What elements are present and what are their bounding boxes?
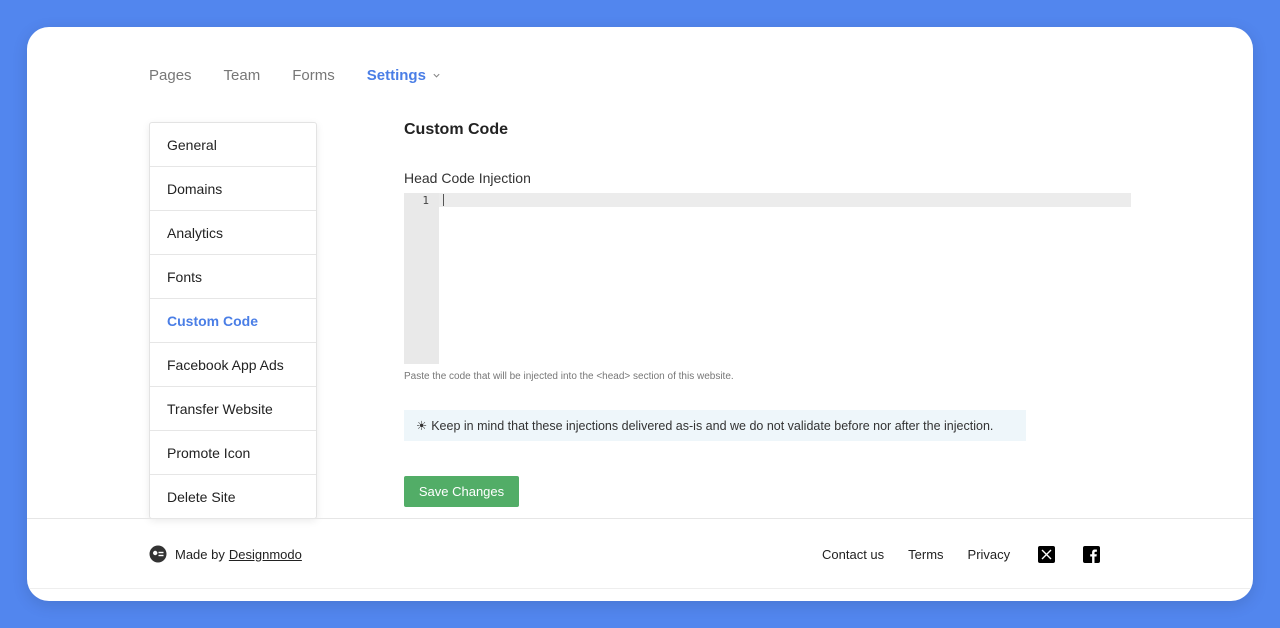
- sidebar-item-domains[interactable]: Domains: [150, 167, 316, 211]
- nav-forms[interactable]: Forms: [292, 67, 335, 84]
- notice-text: Keep in mind that these injections deliv…: [431, 418, 994, 433]
- top-navigation: Pages Team Forms Settings: [149, 66, 473, 84]
- footer-brand: Made by Designmodo: [149, 545, 302, 563]
- footer-divider: [27, 518, 1253, 519]
- main-card: Pages Team Forms Settings General Domain…: [27, 27, 1253, 601]
- designmodo-logo-icon: [149, 545, 167, 563]
- sidebar-item-facebook-app-ads[interactable]: Facebook App Ads: [150, 343, 316, 387]
- helper-text: Paste the code that will be injected int…: [404, 371, 734, 382]
- bottom-divider: [27, 588, 1253, 589]
- contact-us-link[interactable]: Contact us: [822, 547, 884, 562]
- facebook-icon[interactable]: [1083, 545, 1101, 563]
- footer-links: Contact us Terms Privacy: [822, 545, 1124, 563]
- nav-pages[interactable]: Pages: [149, 67, 192, 84]
- editor-gutter: 1: [404, 193, 439, 364]
- save-changes-button[interactable]: Save Changes: [404, 476, 519, 507]
- made-by-text: Made by: [175, 546, 225, 562]
- head-code-label: Head Code Injection: [404, 170, 531, 186]
- sidebar-item-general[interactable]: General: [150, 123, 316, 167]
- sidebar-item-custom-code[interactable]: Custom Code: [150, 299, 316, 343]
- settings-sidebar: General Domains Analytics Fonts Custom C…: [149, 122, 317, 519]
- x-icon[interactable]: [1038, 545, 1056, 563]
- privacy-link[interactable]: Privacy: [968, 547, 1011, 562]
- code-editor[interactable]: 1: [404, 193, 1131, 364]
- nav-settings[interactable]: Settings: [367, 67, 441, 84]
- page-title: Custom Code: [404, 121, 508, 138]
- sidebar-item-analytics[interactable]: Analytics: [150, 211, 316, 255]
- chevron-down-icon: [433, 73, 440, 78]
- sidebar-item-transfer-website[interactable]: Transfer Website: [150, 387, 316, 431]
- sidebar-item-fonts[interactable]: Fonts: [150, 255, 316, 299]
- nav-settings-label: Settings: [366, 66, 426, 84]
- designmodo-link[interactable]: Designmodo: [229, 547, 302, 562]
- notice-banner: ☀ Keep in mind that these injections del…: [404, 410, 1026, 441]
- sidebar-item-promote-icon[interactable]: Promote Icon: [150, 431, 316, 475]
- text-cursor: [443, 194, 444, 206]
- line-number: 1: [422, 194, 429, 207]
- active-code-line[interactable]: [439, 193, 1131, 207]
- nav-team[interactable]: Team: [224, 67, 261, 84]
- sidebar-item-delete-site[interactable]: Delete Site: [150, 475, 316, 518]
- terms-link[interactable]: Terms: [908, 547, 943, 562]
- sun-icon: ☀: [416, 419, 428, 433]
